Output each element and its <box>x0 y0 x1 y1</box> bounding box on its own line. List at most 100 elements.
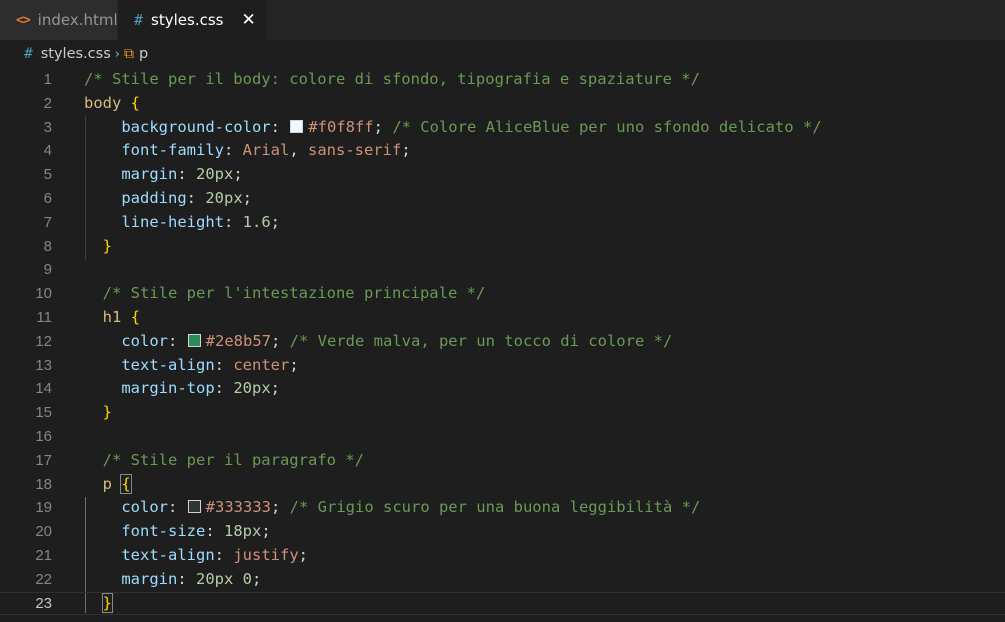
code-token: 20px <box>196 569 234 588</box>
line-text: h1 { <box>84 306 140 330</box>
breadcrumb-symbol[interactable]: p <box>139 46 148 62</box>
code-line[interactable]: 19 color: #333333; /* Grigio scuro per u… <box>0 496 1005 520</box>
color-swatch[interactable] <box>187 333 201 347</box>
code-token: background-color <box>121 117 271 136</box>
tab-styles-css[interactable]: # styles.css ✕ <box>118 0 268 40</box>
code-token: /* Stile per il body: colore di sfondo, … <box>84 70 700 88</box>
code-line[interactable]: 8 } <box>0 235 1005 259</box>
code-token: body <box>84 93 122 112</box>
code-area[interactable]: 1 /* Stile per il body: colore di sfondo,… <box>0 68 1005 615</box>
code-token: : <box>214 545 234 564</box>
code-token: text-align <box>121 355 215 374</box>
code-line[interactable]: 4 font-family: Arial, sans-serif; <box>0 139 1005 163</box>
code-token: justify <box>233 545 299 564</box>
line-number: 18 <box>35 475 52 493</box>
code-token: center <box>233 355 290 374</box>
code-line[interactable]: 1 /* Stile per il body: colore di sfondo,… <box>0 68 1005 92</box>
code-token: : <box>168 498 187 517</box>
line-text: } <box>84 235 112 259</box>
breadcrumb-file[interactable]: styles.css <box>41 46 111 62</box>
code-token: /* Stile per l'intestazione principale *… <box>102 284 486 303</box>
line-text: } <box>84 592 114 616</box>
code-line[interactable]: 11 h1 { <box>0 306 1005 330</box>
code-token: ; <box>233 165 243 184</box>
code-line[interactable]: 5 margin: 20px; <box>0 163 1005 187</box>
code-token: margin-top <box>121 379 215 398</box>
code-token: : <box>177 569 196 588</box>
code-token: { <box>130 93 141 112</box>
line-number: 19 <box>35 499 52 517</box>
code-token: ; <box>252 569 262 588</box>
code-token: ; <box>373 117 393 136</box>
code-line[interactable]: 15 } <box>0 401 1005 425</box>
code-token: 20px <box>196 165 234 184</box>
code-token: #2e8b57 <box>205 331 271 350</box>
line-number: 4 <box>43 142 52 160</box>
code-line[interactable]: 18 p { <box>0 473 1005 497</box>
code-line[interactable]: 3 background-color: #f0f8ff; /* Colore A… <box>0 116 1005 140</box>
code-line[interactable]: 21 text-align: justify; <box>0 544 1005 568</box>
color-swatch[interactable] <box>187 500 201 514</box>
line-number: 16 <box>35 427 52 445</box>
code-token: } <box>102 236 113 255</box>
code-line[interactable]: 10 /* Stile per l'intestazione principal… <box>0 282 1005 306</box>
line-number: 17 <box>35 451 52 469</box>
line-text: background-color: #f0f8ff; /* Colore Ali… <box>84 116 821 140</box>
line-text: /* Stile per il paragrafo */ <box>84 449 364 473</box>
code-token: line-height <box>121 212 224 231</box>
code-token: color <box>121 331 168 350</box>
tab-label: index.html <box>37 11 118 29</box>
code-line[interactable]: 13 text-align: center; <box>0 354 1005 378</box>
line-number: 2 <box>43 94 52 112</box>
tab-index-html[interactable]: <> index.html <box>0 0 118 40</box>
code-line[interactable]: 16 <box>0 425 1005 449</box>
line-text: margin: 20px; <box>84 163 243 187</box>
code-line[interactable]: 22 margin: 20px 0; <box>0 568 1005 592</box>
code-token: /* Stile per il paragrafo */ <box>102 450 364 469</box>
code-line[interactable]: 17 /* Stile per il paragrafo */ <box>0 449 1005 473</box>
code-token: ; <box>261 522 271 541</box>
code-token: { <box>120 473 132 494</box>
code-line[interactable]: 14 margin-top: 20px; <box>0 377 1005 401</box>
code-line[interactable]: 12 color: #2e8b57; /* Verde malva, per u… <box>0 330 1005 354</box>
line-text: padding: 20px; <box>84 187 252 211</box>
line-number: 15 <box>35 404 52 422</box>
line-number: 5 <box>43 166 52 184</box>
code-token: p <box>102 474 113 493</box>
code-token: margin <box>121 569 178 588</box>
line-number: 8 <box>43 237 52 255</box>
code-token: 20px <box>233 379 271 398</box>
code-token: : <box>186 188 206 207</box>
chevron-right-icon: › <box>114 46 120 62</box>
code-line[interactable]: 20 font-size: 18px; <box>0 520 1005 544</box>
line-text: color: #333333; /* Grigio scuro per una … <box>84 496 700 520</box>
code-token: 18px <box>224 522 262 541</box>
code-token: padding <box>121 188 187 207</box>
close-icon[interactable]: ✕ <box>241 10 255 30</box>
code-line[interactable]: 7 line-height: 1.6; <box>0 211 1005 235</box>
line-text: margin-top: 20px; <box>84 377 280 401</box>
code-token: font-size <box>121 522 206 541</box>
code-line[interactable]: 6 padding: 20px; <box>0 187 1005 211</box>
code-line[interactable]: 23 } <box>0 592 1005 616</box>
line-number: 14 <box>35 380 52 398</box>
code-token: text-align <box>121 545 215 564</box>
code-line[interactable]: 2 body { <box>0 92 1005 116</box>
color-swatch[interactable] <box>290 119 304 133</box>
code-token: : <box>177 165 196 184</box>
code-line[interactable]: 9 <box>0 258 1005 282</box>
line-text: body { <box>84 92 140 116</box>
code-token: : <box>168 331 187 350</box>
code-editor: <> index.html # styles.css ✕ # styles.cs… <box>0 0 1005 622</box>
line-number: 9 <box>43 261 52 279</box>
